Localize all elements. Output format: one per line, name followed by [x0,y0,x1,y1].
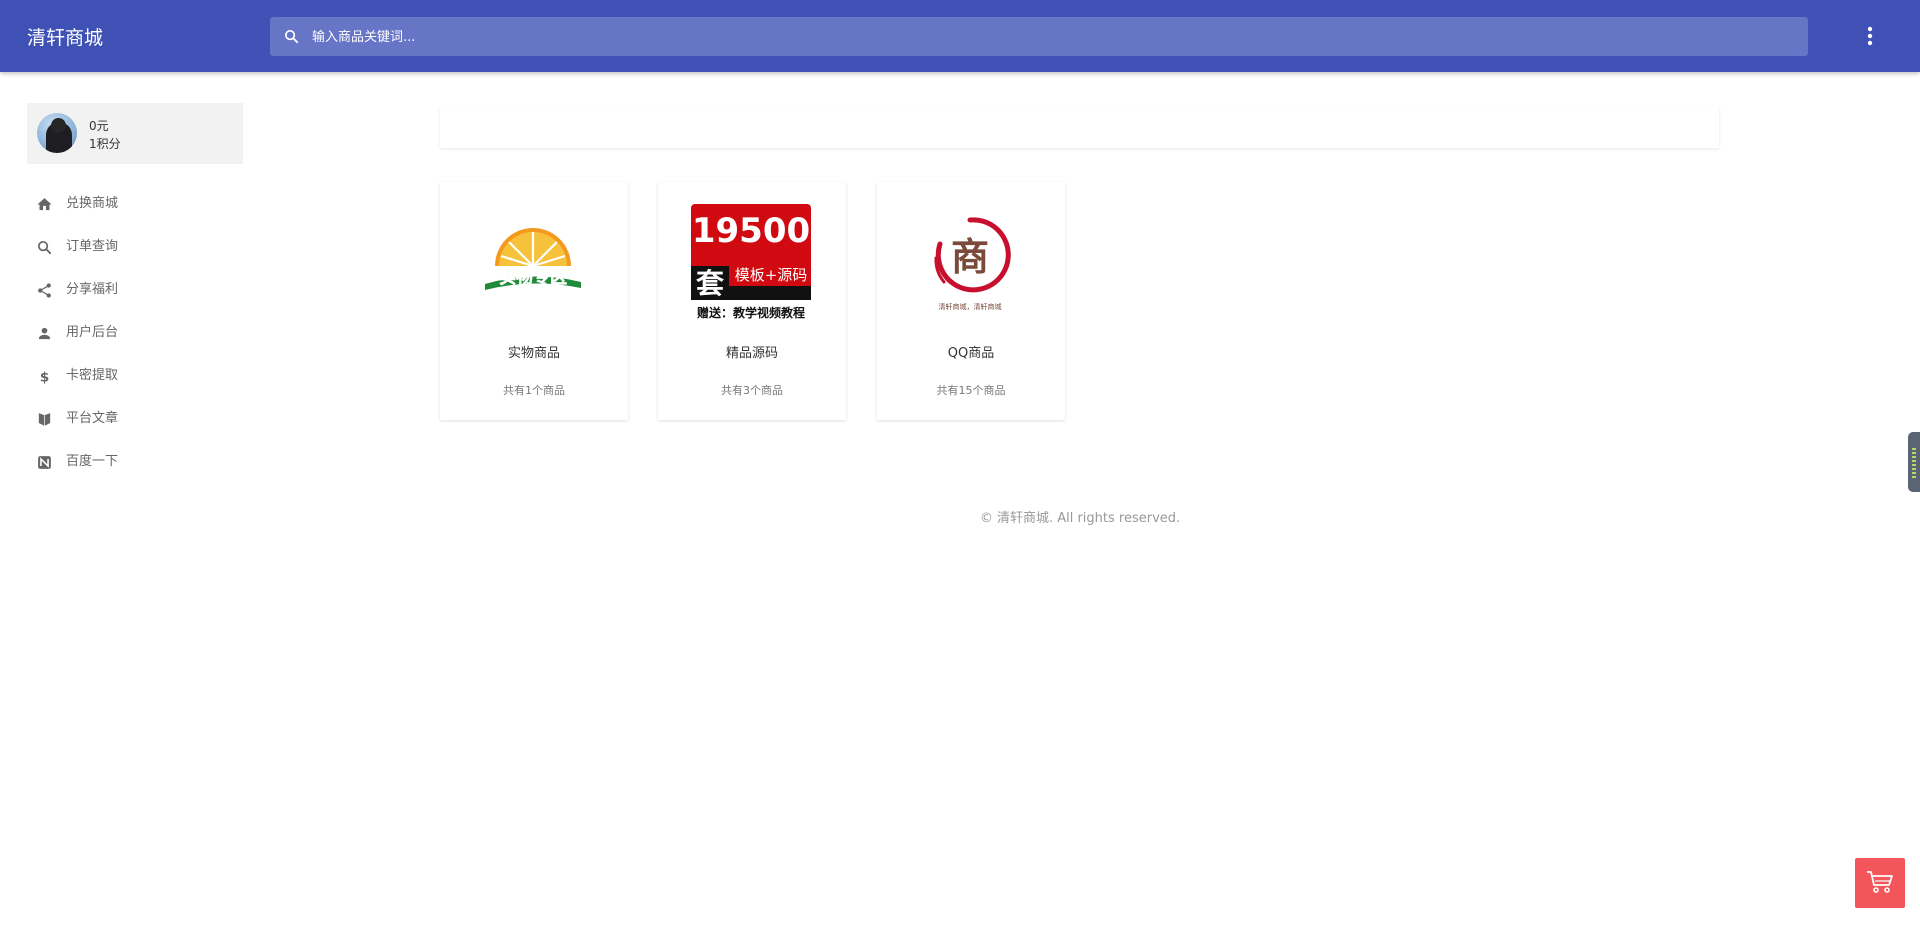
user-points: 1积分 [89,137,121,151]
baidu-icon [38,456,51,469]
side-handle[interactable] [1908,432,1920,492]
search-icon [37,240,52,255]
category-card-source-code[interactable]: 19500 套 模板+源码 赠送：教学视频教程 精品源码 共有3个商品 [658,182,846,420]
category-image-text: 商 [951,234,989,279]
search-icon [284,29,299,44]
sidebar-item-label: 百度一下 [66,454,119,469]
category-image-text: 实物专区 [499,267,567,288]
more-vert-icon[interactable] [1858,24,1882,48]
sidebar-nav: 兑换商城 订单查询 分享福利 用户后台 $ 卡密提取 平台文章 百度一下 [27,186,243,487]
sidebar-item-label: 兑换商城 [66,196,119,211]
notice-panel [440,107,1719,148]
sidebar-item-label: 平台文章 [66,411,119,426]
sidebar-item-exchange-mall[interactable]: 兑换商城 [27,186,243,229]
category-title: 实物商品 [507,346,560,361]
category-image-text: 模板+源码 [735,266,808,284]
dollar-icon: $ [40,370,49,385]
cart-button[interactable] [1855,858,1905,908]
sidebar-item-share-welfare[interactable]: 分享福利 [27,272,243,315]
user-card[interactable]: 0元 1积分 [27,103,243,164]
category-count: 共有15个商品 [936,384,1006,397]
category-image-text: 19500 [692,211,810,251]
book-icon [38,413,51,426]
user-balance: 0元 [89,119,109,133]
sidebar-item-label: 用户后台 [66,325,119,340]
category-image-text: 套 [696,267,725,300]
category-image-text: 清轩商城，清轩商城 [939,302,1002,311]
category-card-qq[interactable]: 商 清轩商城，清轩商城 QQ商品 共有15个商品 [877,182,1065,420]
top-app-bar: 清轩商城 [0,0,1920,72]
category-title: QQ商品 [947,346,995,361]
search-input[interactable] [310,17,1794,58]
sidebar-item-label: 卡密提取 [66,368,119,383]
sidebar-item-baidu[interactable]: 百度一下 [27,444,243,487]
sidebar-item-order-query[interactable]: 订单查询 [27,229,243,272]
search-box[interactable] [270,17,1808,58]
footer-copyright: © 清轩商城. All rights reserved. [979,511,1181,526]
category-image-qq: 商 清轩商城，清轩商城 [934,217,1011,311]
avatar [37,113,77,153]
svg-text:$: $ [40,370,49,385]
sidebar-item-card-extract[interactable]: $ 卡密提取 [27,358,243,401]
sidebar-item-label: 订单查询 [66,239,119,254]
home-icon [37,198,52,211]
category-count: 共有3个商品 [721,384,783,397]
category-card-physical[interactable]: 实物专区 实物商品 共有1个商品 [440,182,628,420]
share-icon [38,283,51,298]
category-image-source-code: 19500 套 模板+源码 赠送：教学视频教程 [691,204,811,324]
category-count: 共有1个商品 [503,384,565,397]
sidebar-item-user-backend[interactable]: 用户后台 [27,315,243,358]
category-image-text: 赠送：教学视频教程 [697,305,805,320]
category-image-physical: 实物专区 [485,228,581,290]
cart-icon [1867,871,1893,893]
person-icon [38,327,51,340]
sidebar-item-label: 分享福利 [66,282,119,297]
brand-title[interactable]: 清轩商城 [27,25,103,51]
sidebar-item-platform-articles[interactable]: 平台文章 [27,401,243,444]
category-title: 精品源码 [725,346,778,361]
